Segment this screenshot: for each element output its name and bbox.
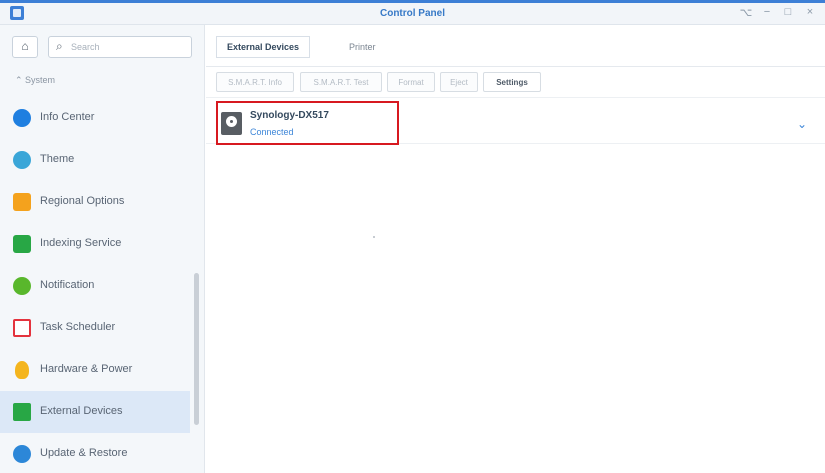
sidebar-item-label: Hardware & Power	[40, 363, 133, 375]
pin-icon[interactable]: ⌥	[739, 6, 753, 19]
device-row[interactable]: Synology-DX517 Connected ⌄	[206, 98, 825, 145]
control-panel-window: Control Panel ⌥ − □ × ⌂ ⌕ Search ⌃ Syste…	[0, 0, 825, 473]
sidebar-item-theme[interactable]: Theme	[0, 139, 190, 181]
window-title: Control Panel	[379, 8, 445, 19]
search-icon: ⌕	[56, 39, 63, 53]
home-icon: ⌂	[21, 39, 29, 53]
title-bar: Control Panel ⌥ − □ ×	[0, 3, 825, 25]
empty-area-marker	[373, 236, 375, 238]
calendar-icon	[13, 319, 31, 337]
section-title: System	[25, 75, 56, 85]
indexing-icon	[13, 235, 31, 253]
sidebar-item-label: Task Scheduler	[40, 321, 116, 333]
sidebar-item-label: External Devices	[40, 405, 123, 417]
bulb-icon	[15, 361, 29, 379]
format-button[interactable]: Format	[387, 72, 435, 92]
update-icon	[13, 445, 31, 463]
home-button[interactable]: ⌂	[12, 36, 38, 58]
highlight-box	[216, 101, 399, 145]
external-devices-icon	[13, 403, 31, 421]
sidebar-item-label: Theme	[40, 153, 75, 165]
sidebar-item-info-center[interactable]: Info Center	[0, 97, 190, 139]
sidebar-item-task-scheduler[interactable]: Task Scheduler	[0, 307, 190, 349]
toolbar: S.M.A.R.T. Info S.M.A.R.T. Test Format E…	[206, 67, 825, 98]
regional-icon	[13, 193, 31, 211]
search-placeholder: Search	[71, 42, 100, 52]
search-field[interactable]: ⌕ Search	[48, 36, 192, 58]
close-icon[interactable]: ×	[803, 6, 817, 18]
theme-icon	[13, 151, 31, 169]
sidebar-item-indexing-service[interactable]: Indexing Service	[0, 223, 190, 265]
sidebar-item-hardware-power[interactable]: Hardware & Power	[0, 349, 190, 391]
sidebar-item-label: Indexing Service	[40, 237, 122, 249]
sidebar-item-label: Notification	[40, 279, 95, 291]
tab-printer[interactable]: Printer	[338, 36, 387, 58]
sidebar-item-notification[interactable]: Notification	[0, 265, 190, 307]
sidebar: ⌂ ⌕ Search ⌃ System Info Center Theme Re…	[0, 25, 205, 473]
maximize-icon[interactable]: □	[781, 6, 795, 18]
sidebar-item-label: Update & Restore	[40, 447, 128, 459]
tab-external-devices[interactable]: External Devices	[216, 36, 311, 58]
notification-icon	[13, 277, 31, 295]
settings-button[interactable]: Settings	[483, 72, 541, 92]
sidebar-item-label: Regional Options	[40, 195, 125, 207]
minimize-icon[interactable]: −	[760, 6, 774, 18]
info-icon	[13, 109, 31, 127]
sidebar-item-regional-options[interactable]: Regional Options	[0, 181, 190, 223]
main-panel: External Devices Printer S.M.A.R.T. Info…	[206, 25, 825, 473]
eject-button[interactable]: Eject	[440, 72, 478, 92]
section-system[interactable]: ⌃ System	[15, 75, 55, 86]
sidebar-item-update-restore[interactable]: Update & Restore	[0, 433, 190, 473]
sidebar-item-external-devices[interactable]: External Devices	[0, 391, 190, 433]
smart-test-button[interactable]: S.M.A.R.T. Test	[300, 72, 382, 92]
chevron-down-icon[interactable]: ⌄	[797, 117, 807, 131]
sidebar-scrollbar[interactable]	[194, 273, 199, 425]
smart-info-button[interactable]: S.M.A.R.T. Info	[216, 72, 294, 92]
collapse-icon: ⌃	[15, 75, 26, 85]
sidebar-item-label: Info Center	[40, 111, 95, 123]
tab-bar: External Devices Printer	[206, 25, 825, 67]
